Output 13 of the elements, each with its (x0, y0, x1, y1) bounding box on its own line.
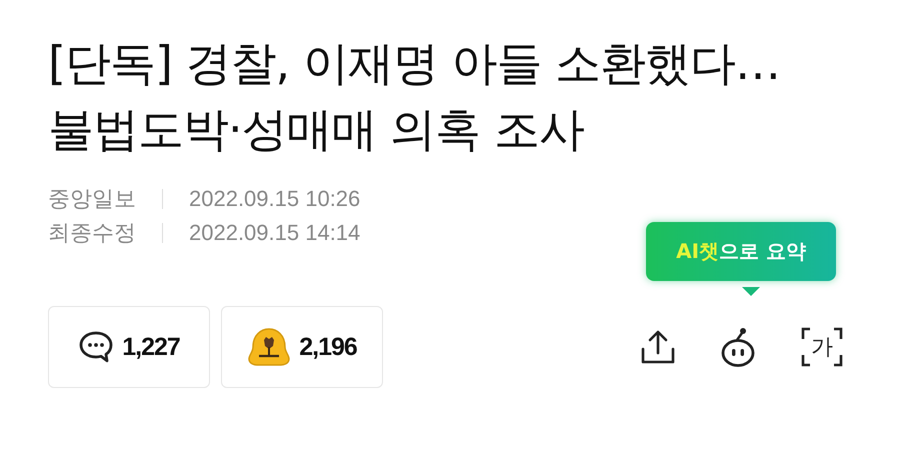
reaction-button[interactable]: 2,196 (221, 306, 383, 388)
meta-label: 최종수정 (48, 219, 136, 247)
dog-face-icon (247, 327, 292, 367)
share-icon[interactable] (640, 329, 676, 365)
timestamp: 2022.09.15 10:26 (189, 186, 362, 212)
meta-label: 중앙일보 (48, 185, 136, 213)
robot-head-icon[interactable] (720, 327, 756, 367)
headline: [단독] 경찰, 이재명 아들 소환했다…불법도박·성매매 의혹 조사 (48, 35, 782, 158)
tooltip-pointer (742, 287, 760, 296)
comment-button[interactable]: 1,227 (48, 306, 210, 388)
speech-bubble-icon (78, 330, 114, 364)
font-size-button[interactable]: 가 (800, 326, 844, 368)
timestamp: 2022.09.15 14:14 (189, 220, 362, 246)
